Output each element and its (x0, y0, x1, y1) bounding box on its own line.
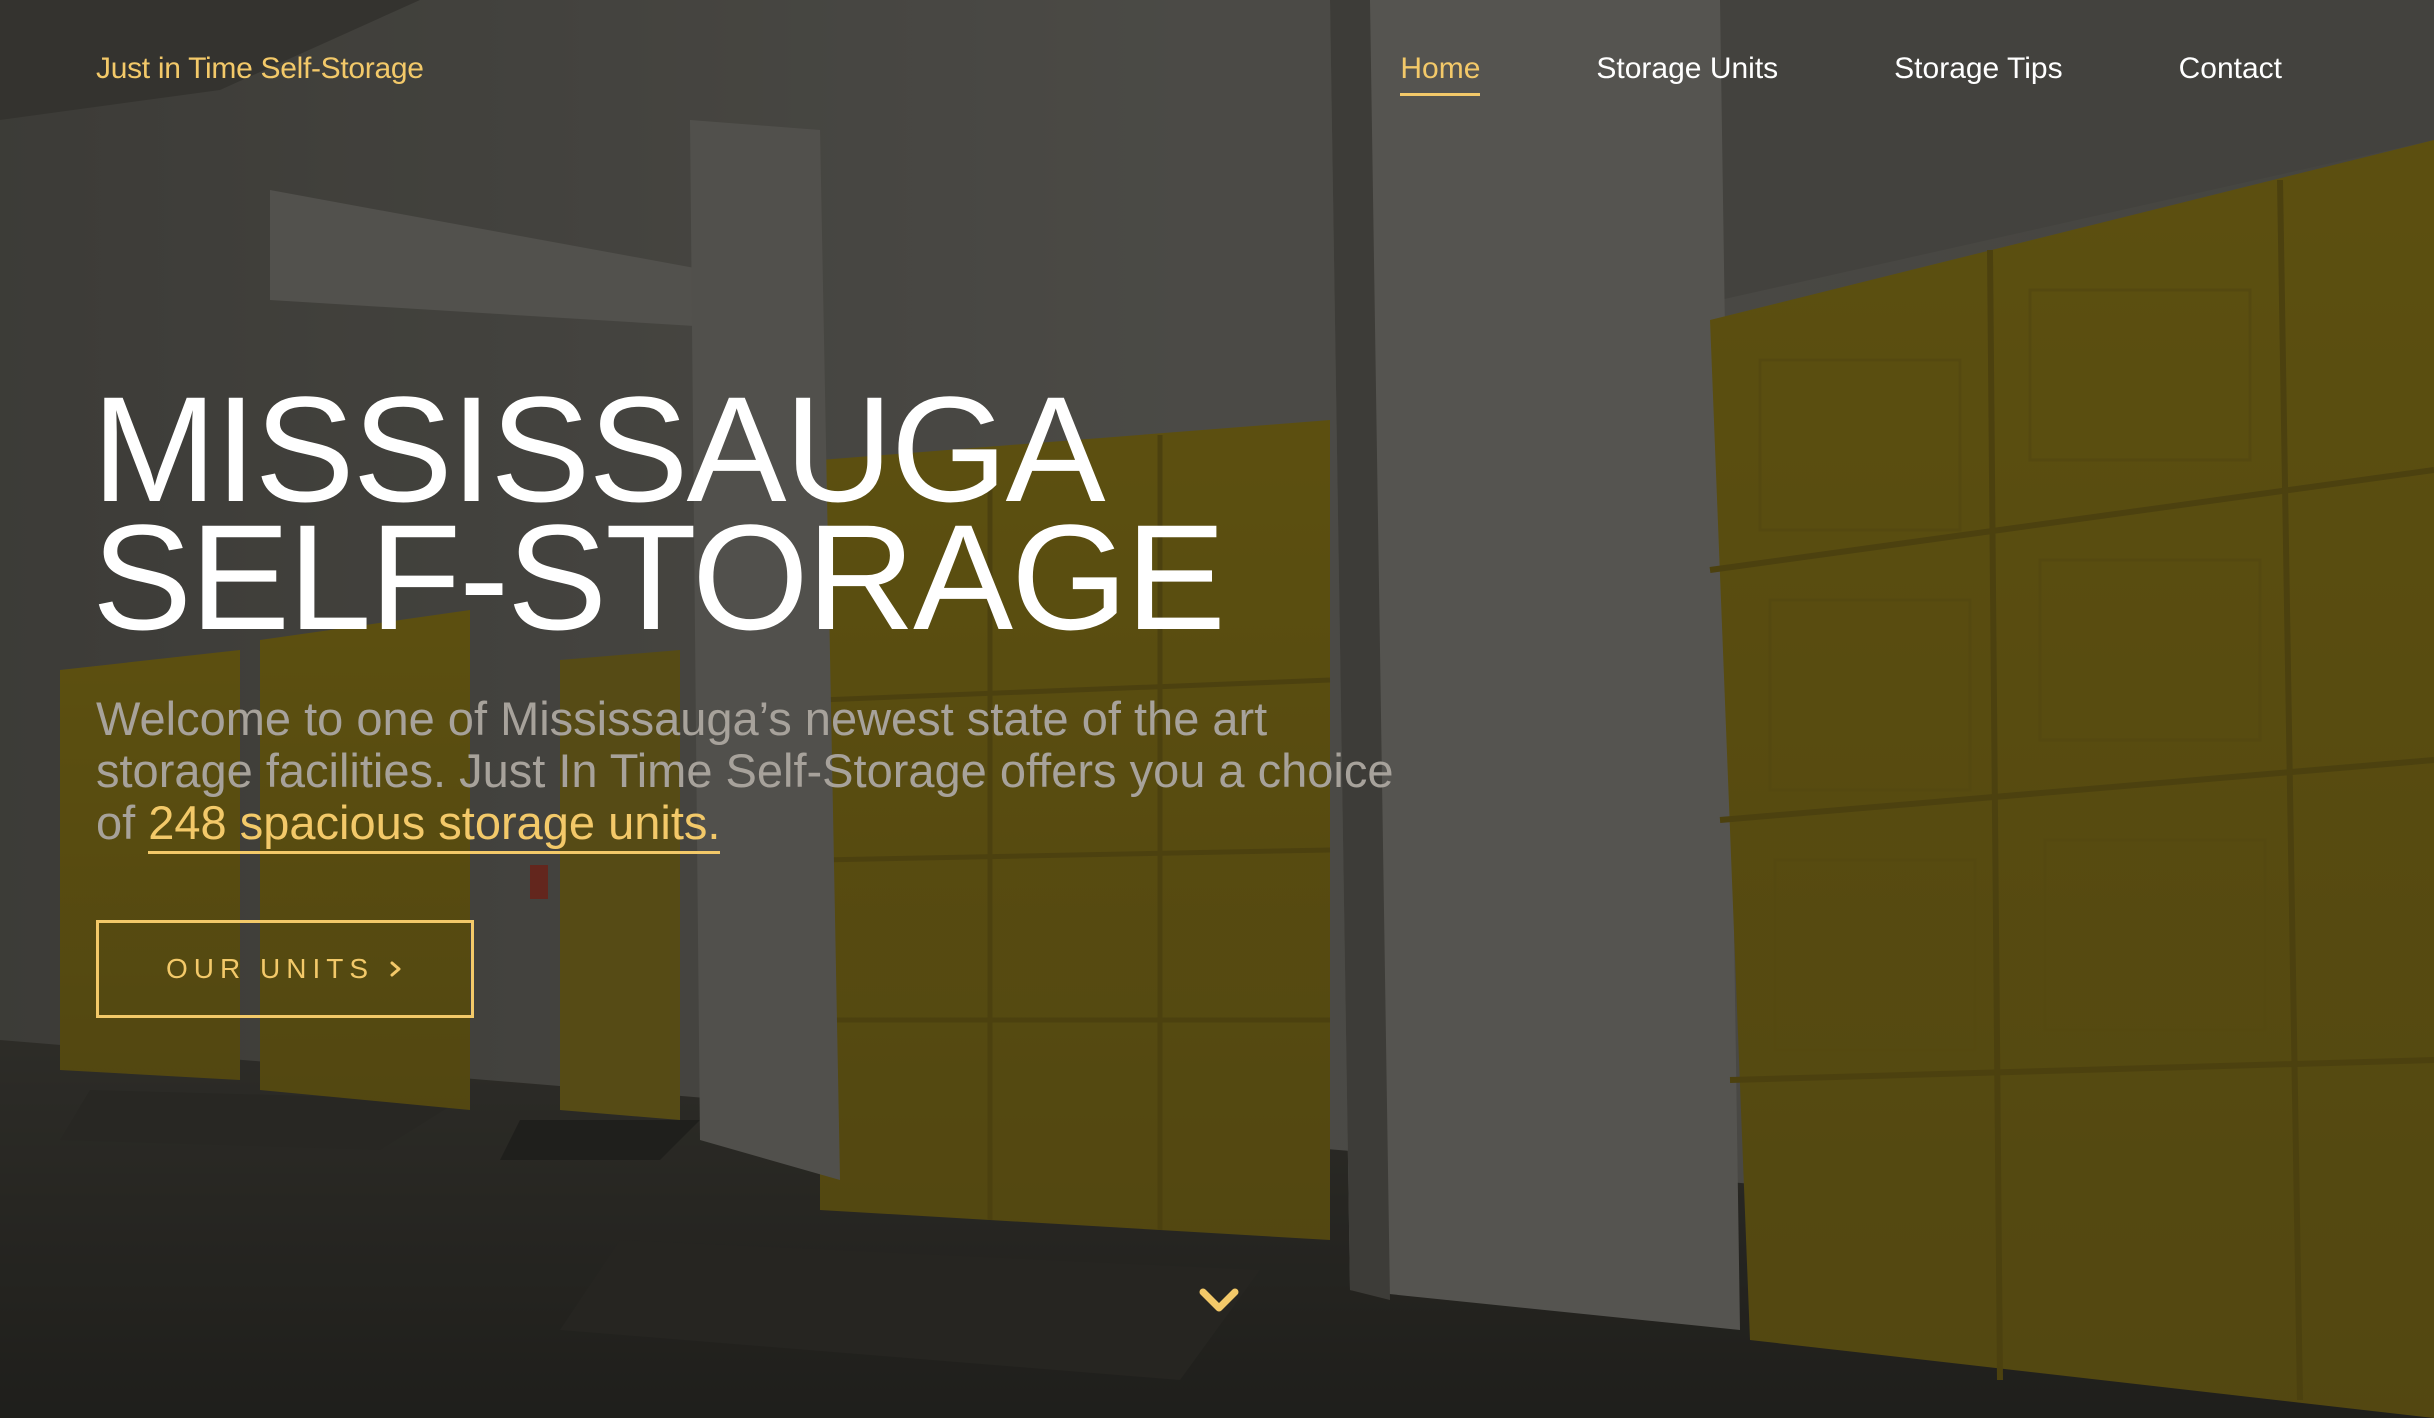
nav-item-storage-tips[interactable]: Storage Tips (1894, 52, 2062, 96)
chevron-right-icon (390, 961, 401, 977)
chevron-down-icon[interactable] (1197, 1286, 1241, 1316)
units-count-link[interactable]: 248 spacious storage units. (148, 796, 721, 854)
nav-item-storage-units[interactable]: Storage Units (1596, 52, 1778, 96)
hero-title-line-2: SELF-STORAGE (92, 493, 1226, 661)
hero-section: Just in Time Self-Storage Home Storage U… (0, 0, 2434, 1418)
nav-item-contact[interactable]: Contact (2179, 52, 2282, 96)
main-nav: Home Storage Units Storage Tips Contact (1400, 52, 2282, 96)
hero-lead: Welcome to one of Mississauga’s newest s… (96, 693, 1436, 854)
our-units-button[interactable]: OUR UNITS (96, 920, 474, 1018)
our-units-button-label: OUR UNITS (166, 953, 374, 984)
nav-item-home[interactable]: Home (1400, 52, 1481, 96)
brand-logo-link[interactable]: Just in Time Self-Storage (96, 52, 424, 86)
hero-title: MISSISSAUGA SELF-STORAGE (92, 374, 1226, 661)
